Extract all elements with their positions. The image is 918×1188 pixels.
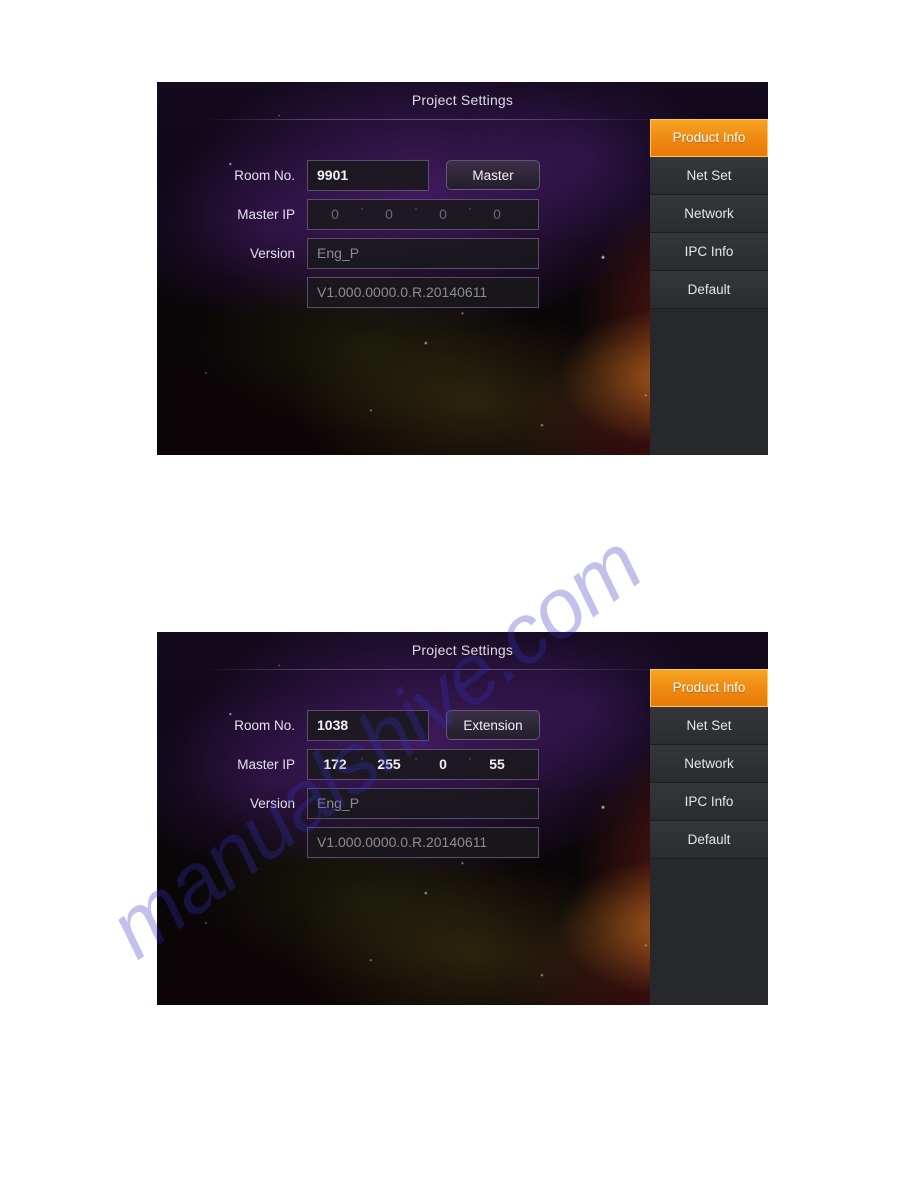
device-screen-extension: Project Settings Room No. 1038 Extension… — [157, 632, 768, 1005]
master-ip-row: Master IP 172 · 255 · 0 · 55 — [157, 748, 653, 780]
ip-separator-icon: · — [468, 753, 472, 765]
ip-separator-icon: · — [468, 203, 472, 215]
room-number-input[interactable]: 9901 — [307, 159, 429, 191]
settings-side-menu: Product Info Net Set Network IPC Info De… — [650, 119, 768, 455]
product-info-form: Room No. 9901 Master Master IP 0 · 0 · 0… — [157, 82, 653, 455]
ip-octet-3[interactable]: 0 — [422, 206, 464, 222]
menu-item-net-set[interactable]: Net Set — [650, 707, 768, 745]
settings-side-menu: Product Info Net Set Network IPC Info De… — [650, 669, 768, 1005]
version-value: Eng_P — [317, 245, 360, 261]
menu-item-product-info[interactable]: Product Info — [650, 669, 768, 707]
device-screen-master: Project Settings Room No. 9901 Master Ma… — [157, 82, 768, 455]
build-value: V1.000.0000.0.R.20140611 — [317, 284, 488, 300]
menu-item-default[interactable]: Default — [650, 271, 768, 309]
version-field: Eng_P — [307, 787, 539, 819]
ip-octet-4[interactable]: 55 — [476, 756, 518, 772]
ip-octet-1[interactable]: 172 — [314, 756, 356, 772]
version-field: Eng_P — [307, 237, 539, 269]
ip-separator-icon: · — [414, 203, 418, 215]
ip-octet-2[interactable]: 0 — [368, 206, 410, 222]
menu-item-product-info[interactable]: Product Info — [650, 119, 768, 157]
version-row: Version Eng_P — [157, 237, 653, 269]
build-field: V1.000.0000.0.R.20140611 — [307, 826, 539, 858]
master-ip-input[interactable]: 172 · 255 · 0 · 55 — [307, 748, 539, 780]
ip-separator-icon: · — [414, 753, 418, 765]
ip-octet-3[interactable]: 0 — [422, 756, 464, 772]
ip-octet-2[interactable]: 255 — [368, 756, 410, 772]
room-number-label: Room No. — [234, 717, 295, 733]
version-label: Version — [249, 795, 295, 811]
master-ip-label: Master IP — [237, 756, 295, 772]
device-role-button[interactable]: Extension — [446, 710, 540, 740]
room-number-row: Room No. 9901 Master — [157, 159, 653, 191]
build-field: V1.000.0000.0.R.20140611 — [307, 276, 539, 308]
master-ip-label: Master IP — [237, 206, 295, 222]
room-number-input[interactable]: 1038 — [307, 709, 429, 741]
menu-item-default[interactable]: Default — [650, 821, 768, 859]
master-ip-row: Master IP 0 · 0 · 0 · 0 — [157, 198, 653, 230]
version-label: Version — [249, 245, 295, 261]
menu-item-network[interactable]: Network — [650, 745, 768, 783]
ip-octet-1[interactable]: 0 — [314, 206, 356, 222]
version-row: Version Eng_P — [157, 787, 653, 819]
room-number-label: Room No. — [234, 167, 295, 183]
version-value: Eng_P — [317, 795, 360, 811]
master-ip-input[interactable]: 0 · 0 · 0 · 0 — [307, 198, 539, 230]
menu-item-ipc-info[interactable]: IPC Info — [650, 233, 768, 271]
device-role-button[interactable]: Master — [446, 160, 540, 190]
build-row: V1.000.0000.0.R.20140611 — [157, 826, 653, 858]
ip-separator-icon: · — [360, 753, 364, 765]
build-value: V1.000.0000.0.R.20140611 — [317, 834, 488, 850]
menu-item-network[interactable]: Network — [650, 195, 768, 233]
ip-separator-icon: · — [360, 203, 364, 215]
ip-octet-4[interactable]: 0 — [476, 206, 518, 222]
menu-item-ipc-info[interactable]: IPC Info — [650, 783, 768, 821]
menu-item-net-set[interactable]: Net Set — [650, 157, 768, 195]
build-row: V1.000.0000.0.R.20140611 — [157, 276, 653, 308]
product-info-form: Room No. 1038 Extension Master IP 172 · … — [157, 632, 653, 1005]
room-number-value: 9901 — [317, 167, 349, 183]
room-number-value: 1038 — [317, 717, 349, 733]
room-number-row: Room No. 1038 Extension — [157, 709, 653, 741]
